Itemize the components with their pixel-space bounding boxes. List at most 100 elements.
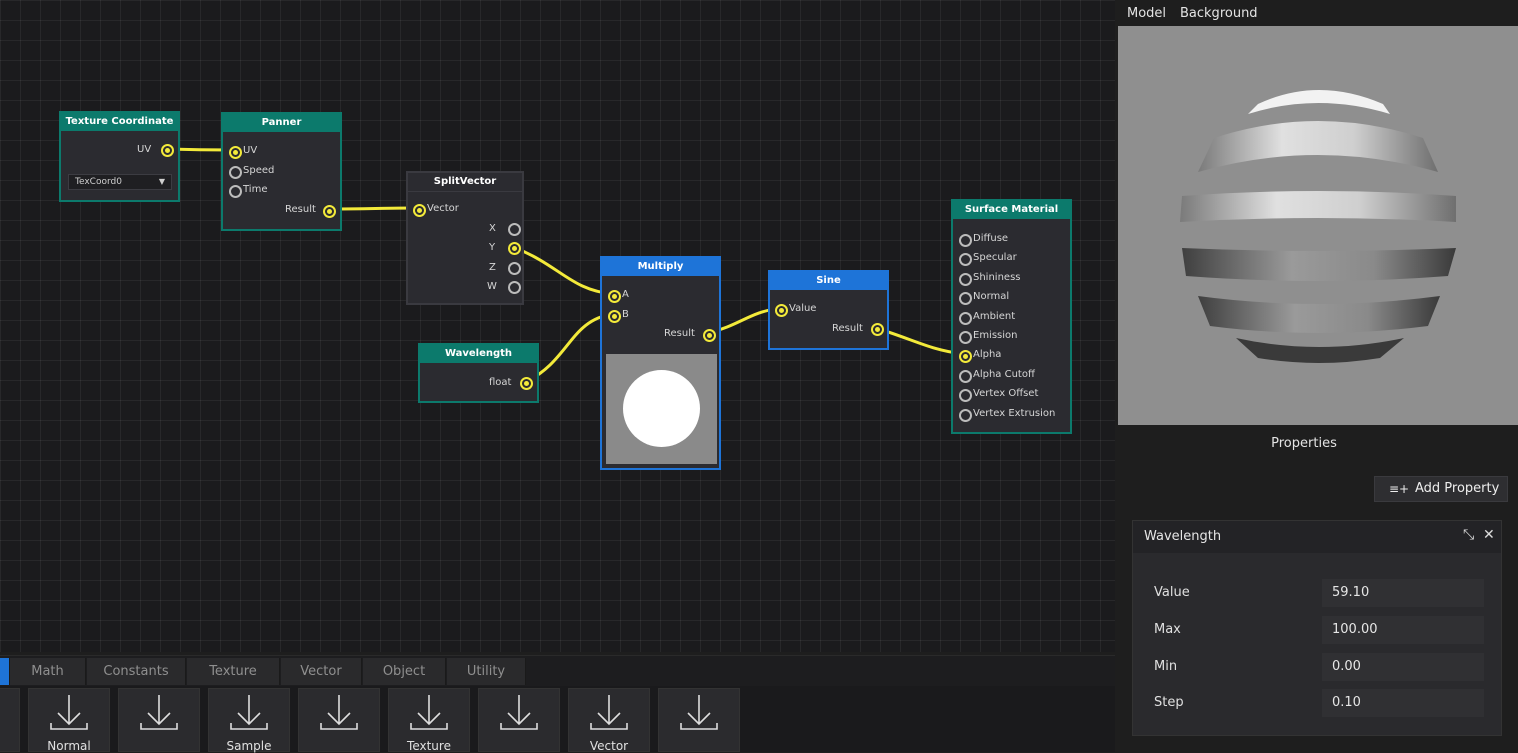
sphere-band	[1198, 121, 1438, 172]
sphere-preview	[1180, 90, 1456, 363]
output-pin-uv[interactable]	[161, 144, 174, 157]
texcoord-select[interactable]: TexCoord0 ▼	[68, 174, 172, 190]
max-input[interactable]: 100.00	[1322, 616, 1484, 644]
input-pin-ambient[interactable]	[959, 312, 972, 325]
input-pin-specular[interactable]	[959, 253, 972, 266]
node-surface-material[interactable]: Surface Material Diffuse Specular Shinin…	[951, 199, 1072, 434]
preview-circle	[623, 370, 700, 447]
input-pin-uv[interactable]	[229, 146, 242, 159]
palette-item[interactable]	[658, 688, 740, 752]
pin-label-shininess: Shininess	[973, 272, 1021, 283]
download-arrow-icon	[500, 695, 538, 730]
material-preview-viewport[interactable]	[1118, 26, 1518, 425]
tab-math[interactable]: Math	[10, 658, 86, 685]
menu-model[interactable]: Model	[1127, 6, 1166, 21]
input-pin-value[interactable]	[775, 304, 788, 317]
value-input[interactable]: 59.10	[1322, 579, 1484, 607]
node-title: Sine	[770, 272, 887, 290]
input-pin-b[interactable]	[608, 310, 621, 323]
pin-label-y: Y	[489, 242, 496, 253]
output-pin-z[interactable]	[508, 262, 521, 275]
pin-label-w: W	[487, 281, 497, 292]
node-title: Texture Coordinate	[61, 113, 178, 131]
pin-label-result: Result	[832, 323, 863, 334]
output-pin-float[interactable]	[520, 377, 533, 390]
download-arrow-icon	[230, 695, 268, 730]
output-pin-result[interactable]	[871, 323, 884, 336]
palette-item[interactable]	[478, 688, 560, 752]
input-pin-alpha-cutoff[interactable]	[959, 370, 972, 383]
palette-item[interactable]: Sample	[208, 688, 290, 753]
node-title: Surface Material	[953, 201, 1070, 219]
pin-label-time: Time	[243, 184, 268, 195]
palette-item[interactable]: Texture	[388, 688, 470, 753]
tab-object[interactable]: Object	[363, 658, 446, 685]
input-pin-vector[interactable]	[413, 204, 426, 217]
output-pin-x[interactable]	[508, 223, 521, 236]
node-title: Wavelength	[420, 345, 537, 363]
property-card-header: Wavelength ⤡ ✕	[1133, 521, 1501, 553]
node-texture-coordinate[interactable]: Texture Coordinate UV TexCoord0 ▼	[59, 111, 180, 202]
add-property-button[interactable]: ≡+ Add Property	[1374, 476, 1508, 502]
sphere-band	[1198, 296, 1440, 333]
palette-item-label: Normal	[47, 739, 91, 753]
download-arrow-icon	[0, 693, 19, 733]
input-pin-diffuse[interactable]	[959, 234, 972, 247]
node-wavelength[interactable]: Wavelength float	[418, 343, 539, 403]
close-icon[interactable]: ✕	[1483, 527, 1495, 543]
pin-label-ambient: Ambient	[973, 311, 1016, 322]
output-pin-w[interactable]	[508, 281, 521, 294]
input-pin-time[interactable]	[229, 185, 242, 198]
add-property-label: Add Property	[1415, 481, 1500, 496]
tab-vector[interactable]: Vector	[281, 658, 362, 685]
input-pin-vertex-extrusion[interactable]	[959, 409, 972, 422]
input-pin-a[interactable]	[608, 290, 621, 303]
palette-item[interactable]	[298, 688, 380, 752]
node-palette: Normal Sample Texture Vector	[0, 686, 1115, 753]
step-input[interactable]: 0.10	[1322, 689, 1484, 717]
input-pin-vertex-offset[interactable]	[959, 389, 972, 402]
property-label: Step	[1154, 695, 1184, 710]
pin-label-vertex-offset: Vertex Offset	[973, 388, 1039, 399]
output-pin-result[interactable]	[323, 205, 336, 218]
pin-label-result: Result	[285, 204, 316, 215]
sphere-band	[1182, 248, 1456, 281]
input-pin-emission[interactable]	[959, 331, 972, 344]
property-label: Max	[1154, 622, 1181, 637]
node-graph-canvas[interactable]: Texture Coordinate UV TexCoord0 ▼ Panner…	[0, 0, 1115, 652]
palette-item[interactable]	[118, 688, 200, 752]
node-multiply[interactable]: Multiply A B Result	[600, 256, 721, 470]
palette-item[interactable]: Normal	[28, 688, 110, 753]
node-panner[interactable]: Panner UV Speed Time Result	[221, 112, 342, 231]
pin-label-uv: UV	[243, 145, 258, 156]
sphere-band	[1180, 191, 1456, 222]
pin-label-float: float	[489, 377, 512, 388]
property-card-title: Wavelength	[1144, 529, 1222, 544]
pin-label-uv: UV	[137, 144, 152, 155]
tab-texture[interactable]: Texture	[187, 658, 280, 685]
pin-label-specular: Specular	[973, 252, 1017, 263]
input-pin-shininess[interactable]	[959, 273, 972, 286]
texcoord-select-value: TexCoord0	[75, 177, 122, 187]
output-pin-result[interactable]	[703, 329, 716, 342]
menu-background[interactable]: Background	[1180, 6, 1258, 21]
pin-label-result: Result	[664, 328, 695, 339]
input-pin-alpha[interactable]	[959, 350, 972, 363]
node-sine[interactable]: Sine Value Result	[768, 270, 889, 350]
output-pin-y[interactable]	[508, 242, 521, 255]
pin-label-value: Value	[789, 303, 817, 314]
min-input[interactable]: 0.00	[1322, 653, 1484, 681]
active-tab-indicator[interactable]	[0, 658, 10, 685]
input-pin-normal[interactable]	[959, 292, 972, 305]
collapse-arrows-icon[interactable]: ⤡	[1463, 527, 1474, 543]
pin-label-speed: Speed	[243, 165, 275, 176]
palette-item[interactable]	[0, 688, 20, 752]
tab-utility[interactable]: Utility	[447, 658, 526, 685]
tab-constants[interactable]: Constants	[87, 658, 186, 685]
palette-item[interactable]: Vector	[568, 688, 650, 753]
node-split-vector[interactable]: SplitVector Vector X Y Z W	[406, 171, 524, 305]
viewport-menu: Model Background	[1118, 0, 1518, 26]
input-pin-speed[interactable]	[229, 166, 242, 179]
right-panel: Model Background Properties ≡+ Add Prope…	[1118, 0, 1518, 752]
download-arrow-icon	[410, 695, 448, 730]
